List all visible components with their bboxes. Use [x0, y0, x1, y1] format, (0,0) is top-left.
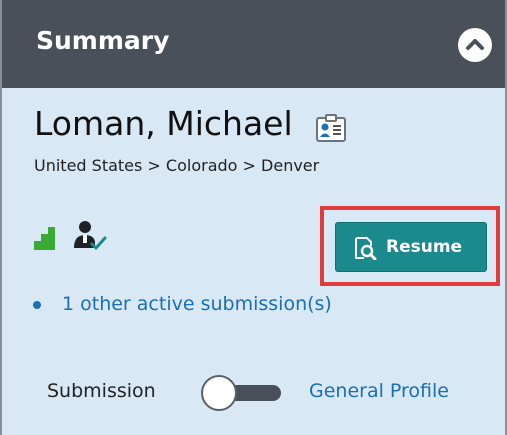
resume-button-label: Resume [386, 237, 463, 257]
candidate-name: Loman, Michael [34, 104, 293, 143]
summary-panel: Summary Loman, Michael United States > C… [0, 0, 507, 435]
summary-header: Summary [2, 0, 505, 88]
candidate-location: United States > Colorado > Denver [34, 156, 320, 175]
level-bars-icon [34, 222, 62, 250]
vcard-icon[interactable] [315, 113, 347, 145]
bullet-dot [33, 301, 41, 309]
resume-button[interactable]: Resume [335, 222, 487, 272]
toggle-label-general-profile[interactable]: General Profile [309, 380, 449, 402]
toggle-knob[interactable] [201, 375, 237, 411]
collapse-button[interactable] [458, 28, 492, 62]
person-check-icon [72, 218, 108, 254]
document-search-icon [353, 236, 377, 261]
toggle-label-submission[interactable]: Submission [47, 380, 156, 402]
chevron-up-icon [466, 39, 484, 50]
view-toggle-switch[interactable] [201, 375, 283, 411]
other-submissions-link[interactable]: 1 other active submission(s) [62, 293, 332, 315]
header-title: Summary [36, 26, 170, 55]
